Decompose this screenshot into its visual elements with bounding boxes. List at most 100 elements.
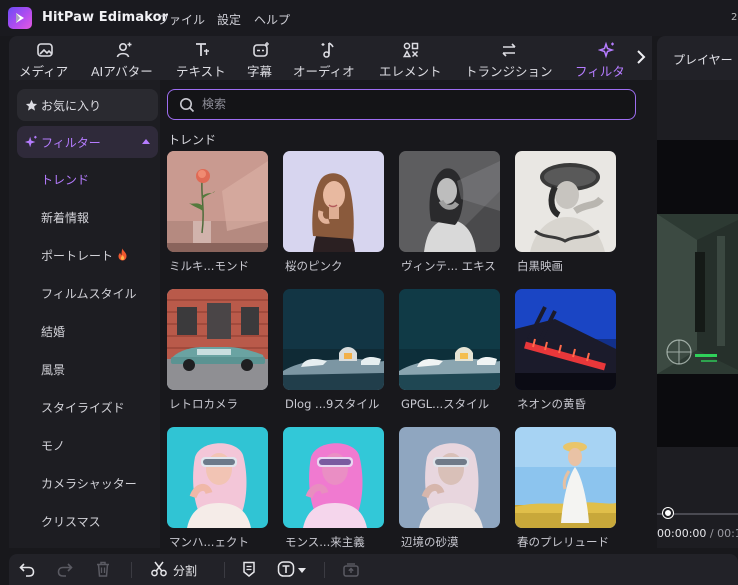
filter-card[interactable]: 桜のピンク [283,151,384,273]
filter-card[interactable]: 春のプレリュード [515,427,616,549]
delete-button[interactable] [94,560,112,580]
sidebar-subitem-stylized[interactable]: スタイライズド [41,399,125,416]
undo-button[interactable] [18,560,36,580]
sidebar-subitem-wedding[interactable]: 結婚 [41,323,65,340]
marker-button[interactable] [240,560,258,580]
tab-ai-avatar[interactable]: AIアバター [81,36,166,80]
playback-timecode: 00:00:00 / 00:1 [657,527,738,540]
search-box[interactable] [167,89,636,120]
app-logo-icon [8,7,32,29]
tab-element[interactable]: エレメント [373,36,458,80]
sidebar-subitem-portrait[interactable]: ポートレート [41,247,128,264]
section-title: トレンド [168,133,217,147]
filter-thumbnail [399,427,500,528]
redo-icon [56,560,74,581]
player-preview[interactable] [657,140,738,447]
freeze-frame-icon [342,560,360,581]
timeline-toolbar: 分割 [9,554,738,585]
sidebar-subitem-trend[interactable]: トレンド [41,171,89,188]
filter-name: 辺境の砂漠 [401,535,459,549]
audio-icon [319,40,339,60]
filter-card[interactable]: レトロカメラ [167,289,268,411]
menu-settings[interactable]: 設定 [217,11,241,28]
window-hint: 2 [731,12,738,23]
filter-name: マンハ...ェクト [169,535,249,549]
total-time: / 00:1 [709,527,738,540]
filter-thumbnail [167,427,268,528]
filter-card[interactable]: モンス...来主義 [283,427,384,549]
filter-thumbnail [515,289,616,390]
freeze-frame-button[interactable] [342,560,360,580]
marker-icon [240,560,258,581]
tab-label: フィルタ [575,64,625,79]
undo-icon [18,560,36,581]
menu-file[interactable]: ファイル [157,11,205,28]
filter-thumbnail [399,289,500,390]
filter-name: ヴィンテ... エキス [401,259,496,273]
sidebar-item-label: フィルター [41,135,101,150]
sidebar-subitem-christmas[interactable]: クリスマス [41,513,101,530]
sidebar-subitem-camera-shutter[interactable]: カメラシャッター [41,475,137,492]
filter-name: 白黒映画 [517,259,563,273]
filter-name: GPGL...スタイル [401,397,490,411]
filter-card[interactable]: ミルキ...モンド [167,151,268,273]
filter-thumbnail [167,151,268,252]
tab-label: オーディオ [293,64,355,79]
sidebar-item-filters[interactable]: フィルター [17,126,158,158]
search-input[interactable] [202,95,622,113]
sidebar-item-label: ポートレート [41,249,114,263]
title-bar: HitPaw Edimakor ファイル 設定 ヘルプ 2 [0,0,738,36]
sidebar-subitem-film-style[interactable]: フィルムスタイル [41,285,137,302]
ai-avatar-icon [114,40,134,60]
search-icon [179,97,195,116]
filter-thumbnail [515,427,616,528]
split-button[interactable]: 分割 [150,560,197,580]
element-icon [401,40,421,60]
subtitle-icon [251,40,271,60]
current-time: 00:00:00 [657,527,707,540]
asset-tabs: メディア AIアバター テキスト 字幕 オーディオ エレメント トランジション … [9,36,652,80]
filter-thumbnail [283,427,384,528]
filter-name: モンス...来主義 [285,535,365,549]
sidebar-subitem-landscape[interactable]: 風景 [41,361,65,378]
scrubber-handle[interactable] [663,508,673,518]
transition-icon [499,40,519,60]
tabs-next-button[interactable] [629,36,652,80]
category-sidebar: お気に入り フィルター トレンド 新着情報 ポートレート フィルムスタイル 結婚… [9,80,160,548]
filter-card[interactable]: マンハ...ェクト [167,427,268,549]
redo-button[interactable] [56,560,74,580]
scissors-icon [150,560,168,581]
menu-help[interactable]: ヘルプ [254,11,290,28]
tab-label: メディア [19,64,69,79]
chevron-up-icon[interactable] [142,139,150,144]
tab-media[interactable]: メディア [9,36,81,80]
sidebar-subitem-new[interactable]: 新着情報 [41,209,89,226]
filter-card[interactable]: 白黒映画 [515,151,616,273]
chevron-right-icon [636,49,646,68]
filter-card[interactable]: 辺境の砂漠 [399,427,500,549]
tab-transition[interactable]: トランジション [458,36,569,80]
filter-icon [597,40,617,60]
tab-filter[interactable]: フィルタ [569,36,629,80]
tab-label: テキスト [176,64,226,79]
filter-thumbnail [283,289,384,390]
sidebar-item-favorites[interactable]: お気に入り [17,89,158,121]
text-tool-dropdown[interactable] [277,560,306,580]
tab-audio[interactable]: オーディオ [286,36,373,80]
tab-text[interactable]: テキスト [166,36,236,80]
filter-card[interactable]: ネオンの黄昏 [515,289,616,411]
star-icon [23,97,39,113]
filter-thumbnail [515,151,616,252]
filter-thumbnail [283,151,384,252]
filter-card[interactable]: Dlog ...9スタイル [283,289,384,411]
filter-card[interactable]: GPGL...スタイル [399,289,500,411]
trash-icon [94,560,112,581]
text-icon [192,40,212,60]
tab-label: トランジション [465,64,553,79]
sidebar-item-label: お気に入り [41,98,102,113]
fire-icon [117,248,128,264]
tab-subtitle[interactable]: 字幕 [236,36,286,80]
filter-name: ミルキ...モンド [169,259,249,273]
filter-card[interactable]: ヴィンテ... エキス [399,151,500,273]
sidebar-subitem-mono[interactable]: モノ [41,437,65,454]
